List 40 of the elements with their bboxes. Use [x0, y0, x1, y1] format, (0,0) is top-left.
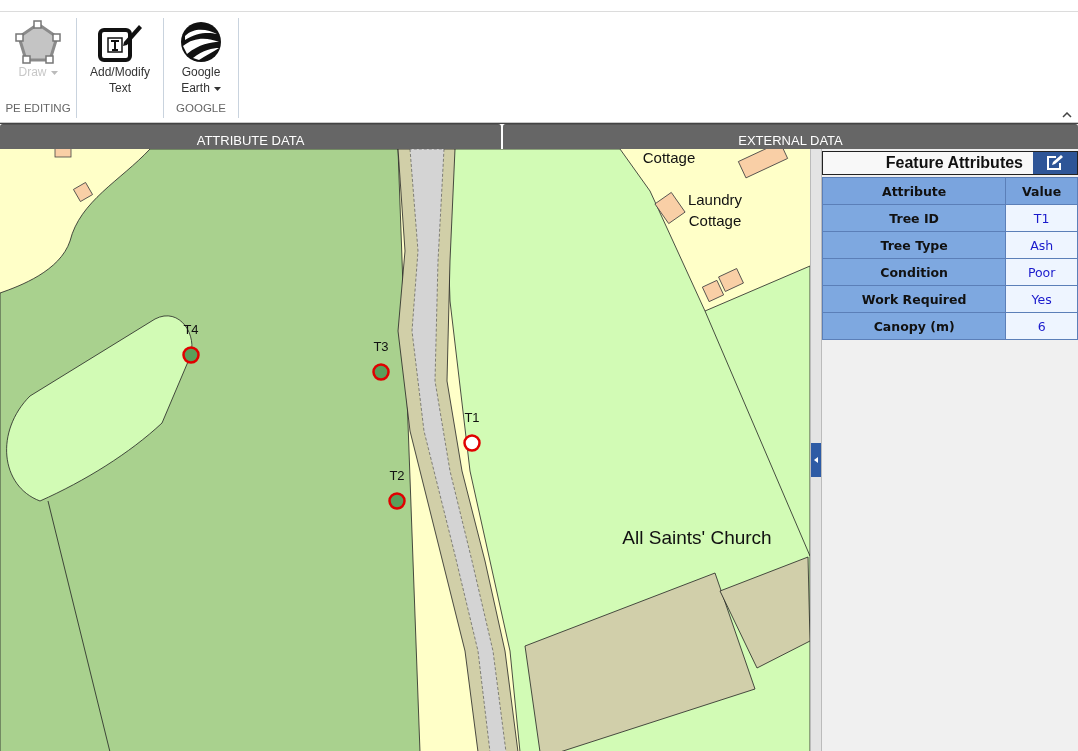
tree-label: T3	[373, 339, 389, 354]
value-cell: Ash	[1005, 231, 1078, 259]
ribbon-button[interactable]: Add/Modify Text	[82, 18, 158, 102]
collapse-icon[interactable]	[1062, 112, 1072, 118]
attribute-cell: Tree ID	[822, 204, 1006, 232]
group-label: PE EDITING	[5, 102, 71, 116]
column-header: Value	[1005, 177, 1078, 205]
value-cell: 6	[1005, 312, 1078, 340]
tree-marker[interactable]	[463, 434, 481, 452]
attribute-cell: Canopy (m)	[822, 312, 1006, 340]
ribbon-button[interactable]: Google Earth	[163, 18, 239, 102]
caret-icon	[213, 86, 221, 91]
tree-label: T1	[464, 410, 480, 425]
map-label: Cottage	[642, 149, 696, 166]
value-cell: T1	[1005, 204, 1078, 232]
attribute-cell: Tree Type	[822, 231, 1006, 259]
edit-icon	[1046, 155, 1064, 171]
globe-icon	[179, 20, 223, 64]
value-cell: Yes	[1005, 285, 1078, 313]
tree-marker[interactable]	[372, 363, 390, 381]
tree-marker[interactable]	[388, 492, 406, 510]
building	[701, 279, 725, 303]
edit-button[interactable]	[1033, 152, 1077, 174]
panel-title: Feature Attributes	[884, 153, 1024, 173]
group-label: GOOGLE	[176, 102, 226, 116]
tree-label: T2	[389, 468, 405, 483]
map-label: Laundry Cottage	[687, 191, 743, 229]
caret-icon	[50, 70, 58, 75]
pentagon-icon	[15, 20, 61, 64]
column-header: Attribute	[822, 177, 1006, 205]
tree-label: T4	[183, 322, 199, 337]
collapse-handle[interactable]	[811, 443, 821, 477]
value-cell: Poor	[1005, 258, 1078, 286]
tab[interactable]: ATTRIBUTE DATA	[0, 124, 501, 149]
tab[interactable]: EXTERNAL DATA	[503, 124, 1078, 149]
attribute-cell: Condition	[822, 258, 1006, 286]
tree-marker[interactable]	[182, 346, 200, 364]
map-label: All Saints' Church	[622, 527, 772, 548]
attribute-cell: Work Required	[822, 285, 1006, 313]
caret-icon	[814, 457, 818, 463]
